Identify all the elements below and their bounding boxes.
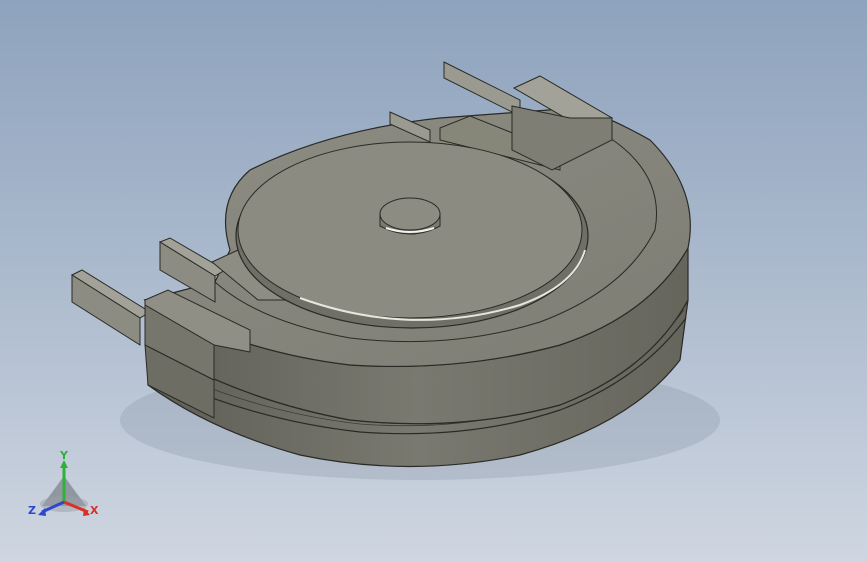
z-axis-label: Z xyxy=(28,504,36,517)
center-boss-top xyxy=(379,197,441,231)
x-axis-arrow-icon xyxy=(83,508,90,516)
rail-top-right-1 xyxy=(443,61,521,117)
graphics-viewport[interactable]: Y X Z xyxy=(0,0,867,562)
3d-part-model[interactable] xyxy=(0,0,867,562)
x-axis-label: X xyxy=(90,504,99,517)
y-axis-label: Y xyxy=(59,449,69,462)
orientation-triad[interactable]: Y X Z xyxy=(22,446,108,526)
z-axis-arrow-icon xyxy=(38,508,46,516)
